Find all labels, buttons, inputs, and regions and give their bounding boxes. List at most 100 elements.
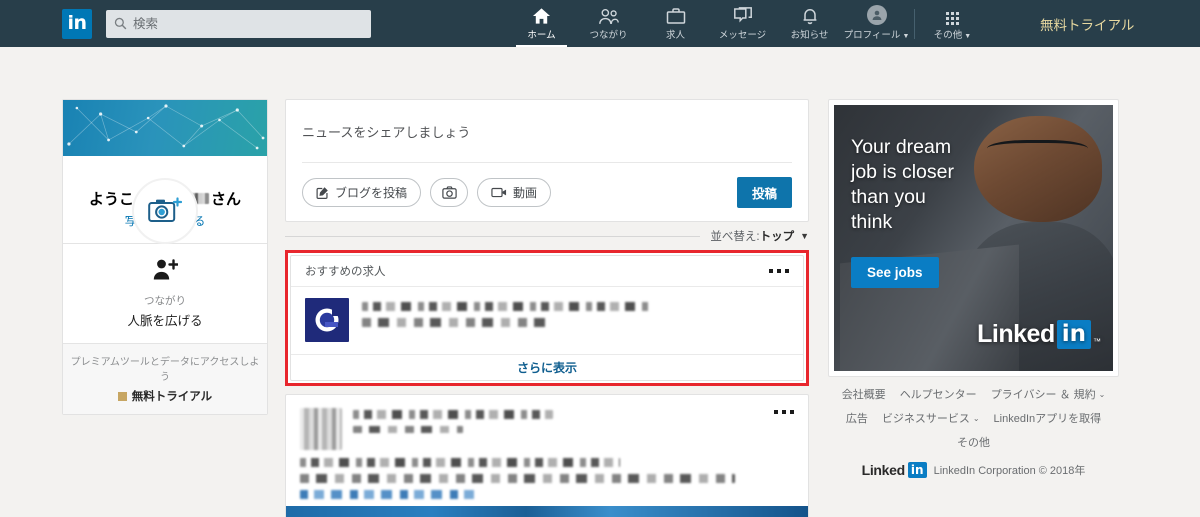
grow-network-label: 人脈を広げる: [127, 314, 203, 328]
footer-link-privacy-terms[interactable]: プライバシー ＆ 規約 ⌄: [991, 386, 1106, 402]
ad-glasses: [987, 139, 1088, 161]
nav-item-messaging[interactable]: メッセージ: [709, 0, 776, 47]
footer-brand: Linked in LinkedIn Corporation © 2018年: [828, 462, 1119, 478]
add-video-button[interactable]: 動画: [477, 177, 552, 207]
footer-logo-box: in: [907, 462, 927, 478]
search-input[interactable]: [133, 16, 363, 31]
sort-value[interactable]: トップ: [760, 228, 795, 244]
grow-network-section[interactable]: つながり 人脈を広げる: [63, 244, 267, 343]
advertisement-card[interactable]: Your dream job is closer than you think …: [828, 99, 1119, 377]
camera-plus-icon: [148, 197, 182, 222]
ad-headline-line-1: Your dream: [851, 136, 952, 158]
chevron-down-icon-privacy: ⌄: [1098, 389, 1106, 399]
nav-item-home[interactable]: ホーム: [508, 0, 575, 47]
left-sidebar: ようこそ さん 写真を追加する つながり 人脈を広げる: [62, 99, 268, 415]
right-sidebar: Your dream job is closer than you think …: [828, 99, 1119, 478]
video-icon: [491, 187, 507, 197]
ad-logo-word: Linked: [977, 320, 1055, 348]
feed-sort-bar: 並べ替え: トップ ▼: [285, 222, 809, 250]
footer-link-more[interactable]: その他: [957, 434, 990, 450]
redacted-job-company: [362, 318, 552, 327]
nav-item-notifications[interactable]: お知らせ: [776, 0, 843, 47]
pencil-square-icon: [316, 186, 328, 199]
see-jobs-button[interactable]: See jobs: [851, 257, 939, 288]
share-box: ニュースをシェアしましょう ブログを投稿 動画 投稿: [285, 99, 809, 222]
ad-logo-tm: ™: [1093, 337, 1101, 346]
search-icon: [114, 17, 127, 30]
ad-image: Your dream job is closer than you think …: [834, 105, 1113, 371]
redacted-post-author: [353, 410, 553, 419]
redacted-post-hashtags: [300, 490, 475, 499]
post-button[interactable]: 投稿: [736, 176, 792, 208]
footer-link-get-app[interactable]: LinkedInアプリを取得: [994, 410, 1102, 426]
sort-chevron-down-icon[interactable]: ▼: [800, 231, 809, 241]
ad-headline-line-4: think: [851, 211, 893, 233]
chevron-down-icon-business: ⌄: [972, 413, 980, 423]
nav-label-home: ホーム: [527, 30, 556, 41]
share-placeholder[interactable]: ニュースをシェアしましょう: [302, 100, 792, 162]
footer-link-about[interactable]: 会社概要: [842, 386, 886, 402]
network-pattern: [67, 104, 265, 150]
post-author-info: [353, 408, 794, 440]
nav-label-more: その他 ▼: [933, 30, 972, 41]
footer-link-advertising[interactable]: 広告: [846, 410, 868, 426]
footer-row-1: 会社概要 ヘルプセンター プライバシー ＆ 規約 ⌄: [828, 386, 1119, 402]
recommended-jobs-title: おすすめの求人: [305, 266, 386, 278]
sort-divider-line: [285, 235, 701, 237]
post-menu-button[interactable]: [774, 410, 794, 414]
connections-label: つながり: [144, 295, 186, 307]
nav-item-profile[interactable]: プロフィール ▼: [843, 0, 910, 47]
linkedin-logo-text: in: [67, 12, 87, 34]
see-more-jobs-link[interactable]: さらに表示: [291, 354, 803, 380]
recommended-jobs-highlight: おすすめの求人 さらに表示: [285, 250, 809, 386]
nav-divider: [914, 8, 915, 39]
home-icon: [532, 6, 551, 25]
footer-copyright: LinkedIn Corporation © 2018年: [933, 465, 1086, 477]
premium-badge-icon: [117, 391, 127, 401]
add-photo-button[interactable]: [430, 177, 469, 207]
nav-label-jobs: 求人: [665, 30, 685, 41]
camera-icon: [441, 185, 457, 199]
nav-item-jobs[interactable]: 求人: [642, 0, 709, 47]
nav-item-more[interactable]: その他 ▼: [919, 0, 986, 47]
nav-label-profile: プロフィール ▼: [843, 30, 910, 41]
chevron-down-icon-more: ▼: [964, 33, 972, 40]
premium-promo[interactable]: プレミアムツールとデータにアクセスしよう 無料トライアル: [63, 343, 267, 414]
ad-linkedin-logo: Linked in ™: [977, 320, 1101, 349]
redacted-job-title: [362, 302, 652, 311]
add-video-label: 動画: [513, 185, 538, 200]
post-image[interactable]: [286, 506, 808, 517]
recommended-jobs-header: おすすめの求人: [291, 256, 803, 287]
write-article-label: ブログを投稿: [335, 185, 408, 200]
ad-logo-box: in: [1056, 320, 1091, 349]
nav-item-network[interactable]: つながり: [575, 0, 642, 47]
site-footer: 会社概要 ヘルプセンター プライバシー ＆ 規約 ⌄ 広告 ビジネスサービス ⌄: [828, 386, 1119, 478]
jobs-card-menu-button[interactable]: [769, 269, 789, 273]
company-logo-glyph: [315, 308, 339, 332]
add-photo-avatar[interactable]: [132, 178, 198, 244]
page-body: ようこそ さん 写真を追加する つながり 人脈を広げる: [0, 47, 1200, 517]
grid-icon: [946, 6, 959, 25]
share-actions: ブログを投稿 動画 投稿: [302, 163, 792, 221]
briefcase-icon: [666, 6, 686, 25]
premium-cta[interactable]: 無料トライアル: [69, 388, 261, 404]
message-icon: [733, 6, 753, 25]
search-box[interactable]: [106, 9, 371, 38]
footer-link-business-services[interactable]: ビジネスサービス ⌄: [882, 410, 980, 426]
write-article-button[interactable]: ブログを投稿: [302, 177, 422, 207]
main-feed-column: ニュースをシェアしましょう ブログを投稿 動画 投稿 並べ替え: トップ ▼ お…: [285, 99, 809, 517]
footer-logo-word: Linked: [861, 462, 906, 478]
bell-icon: [801, 6, 819, 25]
redacted-post-subtitle: [353, 426, 463, 433]
ad-headline-line-2: job is closer: [851, 161, 954, 183]
feed-post: [285, 394, 809, 517]
sort-label: 並べ替え:: [710, 231, 760, 243]
footer-link-help-center[interactable]: ヘルプセンター: [900, 386, 977, 402]
free-trial-link[interactable]: 無料トライアル: [1040, 0, 1134, 47]
post-header: [300, 408, 794, 450]
linkedin-logo[interactable]: in: [62, 8, 92, 39]
post-author-avatar[interactable]: [300, 408, 342, 450]
job-list-item[interactable]: [291, 287, 803, 354]
profile-body: ようこそ さん 写真を追加する: [63, 156, 267, 244]
footer-row-2: 広告 ビジネスサービス ⌄ LinkedInアプリを取得: [828, 410, 1119, 426]
